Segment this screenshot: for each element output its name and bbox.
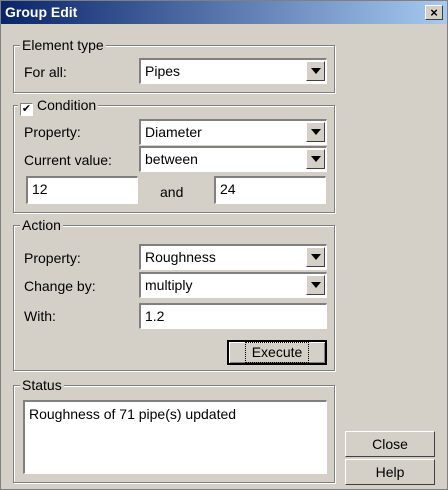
current-value-select[interactable]: between [139, 146, 327, 172]
change-by-value: multiply [145, 277, 193, 293]
action-legend: Action [20, 217, 63, 233]
element-type-legend: Element type [20, 37, 106, 53]
change-by-label: Change by: [24, 278, 96, 294]
action-property-label: Property: [24, 250, 81, 266]
close-button-label: Close [372, 436, 408, 452]
status-box: Roughness of 71 pipe(s) updated [23, 400, 327, 474]
chevron-down-icon[interactable] [306, 275, 325, 295]
action-group: Action Property: Roughness Change by: mu… [13, 217, 335, 371]
chevron-down-icon[interactable] [306, 122, 325, 142]
current-value-value: between [145, 151, 198, 167]
element-type-group: Element type For all: Pipes [13, 37, 335, 93]
change-by-select[interactable]: multiply [139, 272, 327, 298]
with-input[interactable]: 1.2 [139, 303, 327, 329]
status-message: Roughness of 71 pipe(s) updated [29, 406, 237, 422]
with-value: 1.2 [145, 308, 165, 324]
chevron-down-icon[interactable] [306, 149, 325, 169]
high-value: 24 [220, 181, 236, 197]
condition-property-value: Diameter [145, 124, 202, 140]
action-property-select[interactable]: Roughness [139, 244, 327, 270]
condition-group: ✔ Condition Property: Diameter Current va… [13, 97, 335, 213]
help-button[interactable]: Help [345, 459, 435, 485]
chevron-down-icon[interactable] [306, 247, 325, 267]
condition-property-select[interactable]: Diameter [139, 119, 327, 145]
condition-legend: ✔ Condition [18, 97, 99, 116]
group-edit-window: Group Edit × Element type For all: Pipes… [0, 0, 448, 490]
for-all-value: Pipes [145, 63, 181, 79]
status-group: Status Roughness of 71 pipe(s) updated [13, 377, 335, 483]
window-title: Group Edit [5, 4, 78, 20]
execute-button[interactable]: Execute [227, 340, 327, 365]
action-property-value: Roughness [145, 249, 216, 265]
title-bar[interactable]: Group Edit × [1, 1, 447, 24]
low-value-input[interactable]: 12 [26, 176, 138, 204]
help-button-label: Help [375, 464, 405, 480]
status-legend: Status [20, 377, 64, 393]
with-label: With: [24, 308, 56, 324]
current-value-label: Current value: [24, 152, 112, 168]
execute-label: Execute [244, 342, 310, 363]
for-all-label: For all: [24, 64, 67, 80]
close-icon[interactable]: × [425, 5, 443, 20]
condition-label: Condition [37, 97, 97, 113]
for-all-select[interactable]: Pipes [139, 58, 327, 84]
high-value-input[interactable]: 24 [214, 176, 326, 204]
condition-property-label: Property: [24, 124, 81, 140]
and-label: and [160, 184, 184, 200]
close-button[interactable]: Close [345, 431, 435, 457]
chevron-down-icon[interactable] [306, 61, 325, 81]
low-value: 12 [32, 181, 48, 197]
condition-checkbox[interactable]: ✔ [20, 103, 33, 116]
